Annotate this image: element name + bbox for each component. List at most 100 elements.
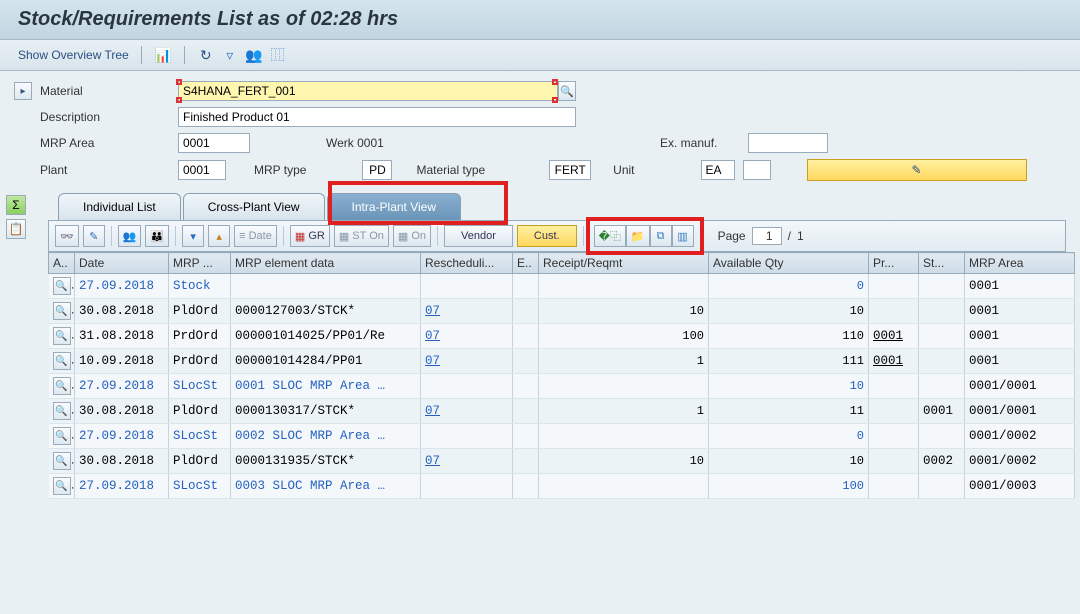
detail-icon[interactable]: 🔍 [53,327,71,345]
col-header[interactable]: Rescheduli... [421,253,513,274]
st-on-button[interactable]: ▦ ST On [334,225,389,247]
cell-exception [513,424,539,449]
table-row[interactable]: 🔍30.08.2018PldOrd0000130317/STCK*0711100… [49,399,1075,424]
search-help-icon[interactable]: 🔍 [558,81,576,101]
cell-rescheduling[interactable]: 07 [421,299,513,324]
cell-exception [513,349,539,374]
refresh-icon[interactable]: ↻ [197,46,215,64]
sum-icon[interactable]: Σ [6,195,26,215]
cell-mrp-data: 0000127003/STCK* [231,299,421,324]
detail-icon[interactable]: 🔍 [53,402,71,420]
detail-icon[interactable]: 🔍 [53,277,71,295]
collapse-section-icon[interactable]: ▸ [14,82,32,100]
hierarchy2-icon[interactable]: 👪 [145,225,169,247]
cell-mrp-area: 0001 [965,349,1075,374]
col-header[interactable]: A.. [49,253,75,274]
hierarchy-icon[interactable]: 👥 [118,225,142,247]
cell-date[interactable]: 27.09.2018 [75,374,169,399]
table-row[interactable]: 🔍30.08.2018PldOrd0000127003/STCK*0710100… [49,299,1075,324]
material-label: Material [40,84,170,98]
cell-receipt: 1 [539,349,709,374]
gr-button[interactable]: ▦ GR [290,225,330,247]
chart-icon[interactable]: 📊 [154,46,172,64]
col-header[interactable]: E.. [513,253,539,274]
show-overview-tree-link[interactable]: Show Overview Tree [18,48,129,62]
cell-mrp-area: 0001 [965,274,1075,299]
detail-icon[interactable]: 🔍 [53,352,71,370]
material-input[interactable] [178,81,558,101]
filter-icon[interactable]: ▿ [221,46,239,64]
table-row[interactable]: 🔍30.08.2018PldOrd0000131935/STCK*0710100… [49,449,1075,474]
duplicate-icon[interactable]: ⧉ [650,225,672,247]
cell-receipt: 1 [539,399,709,424]
tab-individual-list[interactable]: Individual List [58,193,181,220]
table-row[interactable]: 🔍27.09.2018Stock00001 [49,274,1075,299]
cell-rescheduling[interactable]: 07 [421,349,513,374]
cell-receipt [539,374,709,399]
col-header[interactable]: MRP element data [231,253,421,274]
cell-mrp-element: PldOrd [169,299,231,324]
cell-mrp-element: PldOrd [169,449,231,474]
mrp-area-text: Werk 0001 [326,136,384,150]
detail-icon[interactable]: 🔍 [53,427,71,445]
tree-config-icon[interactable]: �⿻ [594,225,626,247]
tab-intra-plant-view[interactable]: Intra-Plant View [327,193,462,220]
cell-receipt: 10 [539,449,709,474]
app-toolbar: Show Overview Tree 📊 ↻ ▿ 👥 ⿲ [0,40,1080,71]
copy-icon[interactable]: 📋 [6,219,26,239]
cell-rescheduling[interactable]: 07 [421,324,513,349]
cell-rescheduling[interactable]: 07 [421,449,513,474]
cell-procurement [869,449,919,474]
ex-manuf-input[interactable] [748,133,828,153]
table-row[interactable]: 🔍27.09.2018SLocSt0003 SLOC MRP Area …100… [49,474,1075,499]
detail-icon[interactable]: 🔍 [53,377,71,395]
cell-mrp-data: 0000130317/STCK* [231,399,421,424]
description-label: Description [40,110,170,124]
cell-rescheduling[interactable]: 07 [421,399,513,424]
detail-icon[interactable]: 🔍 [53,302,71,320]
vendor-button[interactable]: Vendor [444,225,513,247]
cell-date[interactable]: 27.09.2018 [75,274,169,299]
col-header[interactable]: Receipt/Reqmt [539,253,709,274]
edit-button[interactable]: ✎ [807,159,1027,181]
date-button[interactable]: ≡ Date [234,225,277,247]
unit-extra-input[interactable] [743,160,771,180]
edit-icon[interactable]: ✎ [83,225,105,247]
col-header[interactable]: MRP ... [169,253,231,274]
cell-storage [919,274,965,299]
col-header[interactable]: Available Qty [709,253,869,274]
cell-date[interactable]: 27.09.2018 [75,424,169,449]
columns-icon[interactable]: ▥ [672,225,694,247]
table-row[interactable]: 🔍27.09.2018SLocSt0002 SLOC MRP Area …000… [49,424,1075,449]
on-button[interactable]: ▦ On [393,225,431,247]
collapse-icon[interactable]: ▾ [182,225,204,247]
table-row[interactable]: 🔍10.09.2018PrdOrd000001014284/PP01071111… [49,349,1075,374]
pencil-icon: ✎ [911,163,921,177]
col-header[interactable]: MRP Area [965,253,1075,274]
cell-date[interactable]: 27.09.2018 [75,474,169,499]
expand-icon[interactable]: ▴ [208,225,230,247]
cell-exception [513,299,539,324]
layout-icon[interactable]: ⿲ [269,46,287,64]
detail-icon[interactable]: 🔍 [53,477,71,495]
table-row[interactable]: 🔍31.08.2018PrdOrd000001014025/PP01/Re071… [49,324,1075,349]
plant-input[interactable] [178,160,226,180]
glasses-icon[interactable]: 👓 [55,225,79,247]
cell-available: 10 [709,374,869,399]
cell-storage [919,474,965,499]
cell-procurement [869,399,919,424]
mrp-area-input[interactable] [178,133,250,153]
col-header[interactable]: Pr... [869,253,919,274]
tab-cross-plant-view[interactable]: Cross-Plant View [183,193,325,220]
requirements-table[interactable]: A..DateMRP ...MRP element dataRescheduli… [48,252,1075,499]
col-header[interactable]: Date [75,253,169,274]
detail-icon[interactable]: 🔍 [53,452,71,470]
user-settings-icon[interactable]: 👥 [245,46,263,64]
table-row[interactable]: 🔍27.09.2018SLocSt0001 SLOC MRP Area …100… [49,374,1075,399]
unit-input[interactable] [701,160,735,180]
cust-button[interactable]: Cust. [517,225,577,247]
page-current[interactable]: 1 [752,227,782,245]
col-header[interactable]: St... [919,253,965,274]
folder-icon[interactable]: 📁 [626,225,650,247]
cell-procurement [869,299,919,324]
